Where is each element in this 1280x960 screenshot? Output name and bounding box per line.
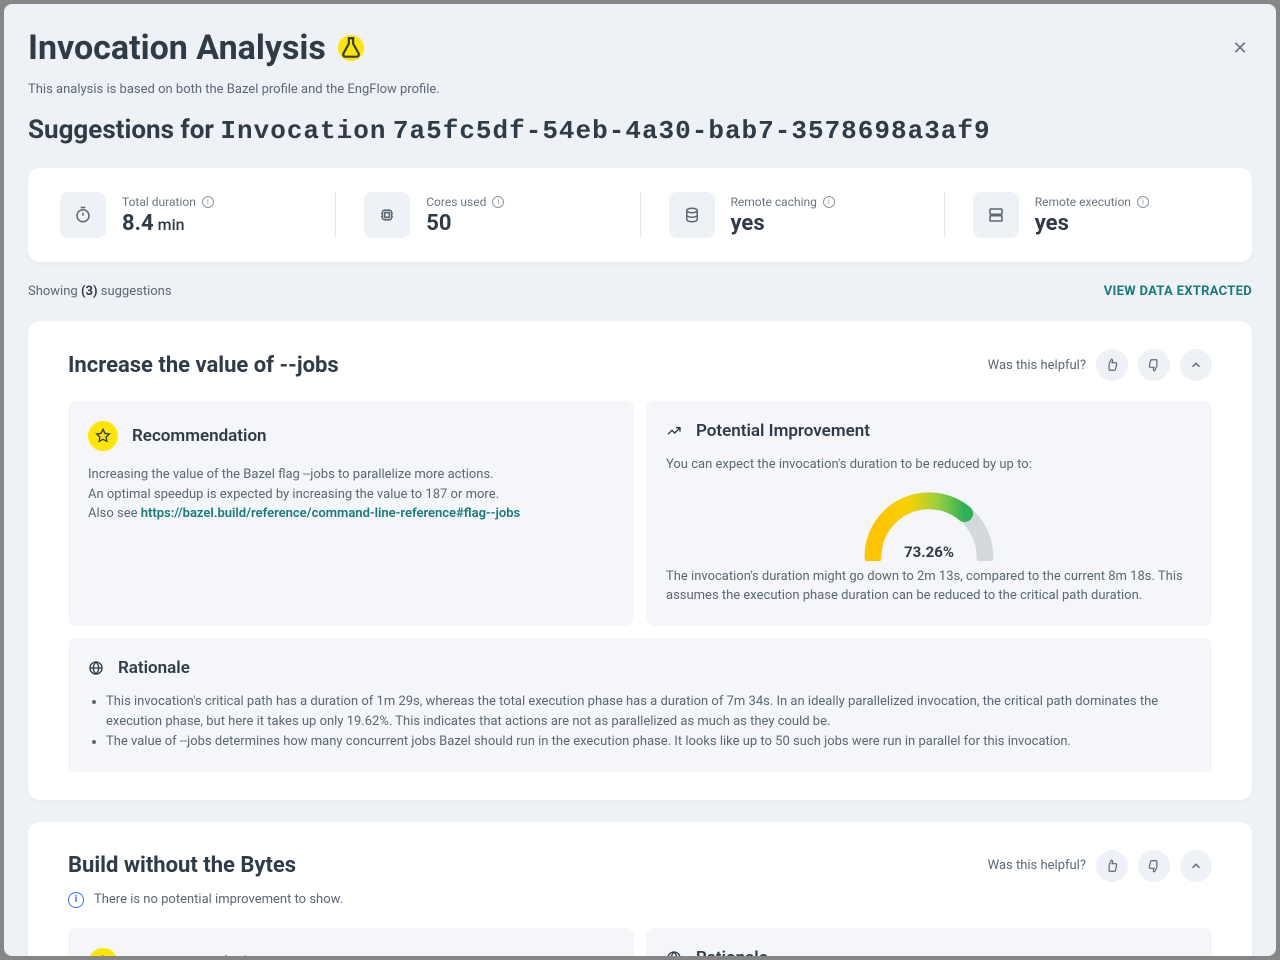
thumbs-up-button[interactable] [1096,349,1128,381]
improvement-detail: The invocation's duration might go down … [666,567,1192,606]
flag-docs-link[interactable]: https://bazel.build/reference/command-li… [141,506,521,521]
panel-header: Rationale [88,658,1192,678]
panel-header: Rationale [666,948,1192,956]
card-title: Increase the value of --jobs [68,353,339,378]
collapse-button[interactable] [1180,349,1212,381]
metrics-card: Total durationi 8.4min Cores usedi 50 Re… [28,168,1252,262]
view-data-extracted-link[interactable]: VIEW DATA EXTRACTED [1104,284,1252,299]
suggestion-card-increase-jobs: Increase the value of --jobs Was this he… [28,321,1252,800]
no-improvement-note: i There is no potential improvement to s… [68,892,1212,908]
star-icon [88,421,118,451]
metric-value: 50 [426,211,504,236]
collapse-button[interactable] [1180,850,1212,882]
panel-title: Rationale [118,658,190,678]
invocation-label: Invocation [220,116,386,146]
recommendation-panel: Recommendation Increasing the value of t… [68,401,634,626]
card-header: Build without the Bytes Was this helpful… [68,850,1212,882]
metric-cores-used: Cores usedi 50 [336,192,640,238]
close-icon[interactable]: ✕ [1228,36,1252,60]
metric-label: Remote cachingi [731,195,835,209]
title-row: Invocation Analysis ✕ [28,28,1252,68]
rationale-panel: Rationale [646,928,1212,956]
metric-remote-caching: Remote cachingi yes [641,192,945,238]
recommendation-text: Increasing the value of the Bazel flag -… [88,465,614,524]
controls-row: Showing (3) suggestions VIEW DATA EXTRAC… [28,284,1252,299]
feedback-prompt: Was this helpful? [988,858,1086,873]
page-title: Invocation Analysis [28,28,364,68]
metric-label: Cores usedi [426,195,504,209]
metric-value: yes [1035,211,1149,236]
info-icon[interactable]: i [1137,196,1149,208]
panel-title: Potential Improvement [696,421,870,441]
globe-icon [666,950,682,956]
improvement-panel: Potential Improvement You can expect the… [646,401,1212,626]
server-icon [973,192,1019,238]
suggestions-for-text: Suggestions for [28,115,214,145]
metric-label: Remote executioni [1035,195,1149,209]
suggestions-heading: Suggestions for Invocation 7a5fc5df-54eb… [28,115,1252,146]
panel-title: Recommendation [132,953,267,956]
cpu-icon [364,192,410,238]
globe-icon [88,660,104,676]
info-icon[interactable]: i [202,196,214,208]
rationale-item: The value of --jobs determines how many … [106,732,1192,752]
info-icon[interactable]: i [492,196,504,208]
showing-count: Showing (3) suggestions [28,284,172,299]
panel-header: Recommendation [88,948,614,956]
panels-row: Recommendation Increasing the value of t… [68,401,1212,626]
metric-value: 8.4min [122,211,214,236]
flask-icon [338,35,364,61]
feedback-prompt: Was this helpful? [988,358,1086,373]
rationale-list: This invocation's critical path has a du… [106,692,1192,752]
recommendation-panel: Recommendation [68,928,634,956]
metric-value: yes [731,211,835,236]
rationale-item: This invocation's critical path has a du… [106,692,1192,732]
suggestion-card-build-without-bytes: Build without the Bytes Was this helpful… [28,822,1252,956]
page-title-text: Invocation Analysis [28,28,326,68]
gauge-chart: 73.26% [666,487,1192,561]
panel-header: Potential Improvement [666,421,1192,441]
panel-title: Recommendation [132,426,267,446]
invocation-id: 7a5fc5df-54eb-4a30-bab7-3578698a3af9 [393,116,991,146]
info-icon: i [68,892,84,908]
card-header: Increase the value of --jobs Was this he… [68,349,1212,381]
thumbs-up-button[interactable] [1096,850,1128,882]
improvement-intro: You can expect the invocation's duration… [666,455,1192,475]
database-icon [669,192,715,238]
feedback-controls: Was this helpful? [988,349,1212,381]
info-icon[interactable]: i [823,196,835,208]
metric-total-duration: Total durationi 8.4min [60,192,336,238]
stopwatch-icon [60,192,106,238]
trend-icon [666,423,682,439]
rationale-panel: Rationale This invocation's critical pat… [68,638,1212,772]
metric-remote-execution: Remote executioni yes [945,192,1220,238]
subtitle: This analysis is based on both the Bazel… [28,82,1252,97]
panel-header: Recommendation [88,421,614,451]
metric-label: Total durationi [122,195,214,209]
star-icon [88,948,118,956]
panel-title: Rationale [696,948,768,956]
thumbs-down-button[interactable] [1138,349,1170,381]
card-title: Build without the Bytes [68,853,296,878]
feedback-controls: Was this helpful? [988,850,1212,882]
thumbs-down-button[interactable] [1138,850,1170,882]
gauge-value: 73.26% [859,543,999,561]
panels-row: Recommendation Rationale [68,928,1212,956]
analysis-modal: Invocation Analysis ✕ This analysis is b… [4,4,1276,956]
